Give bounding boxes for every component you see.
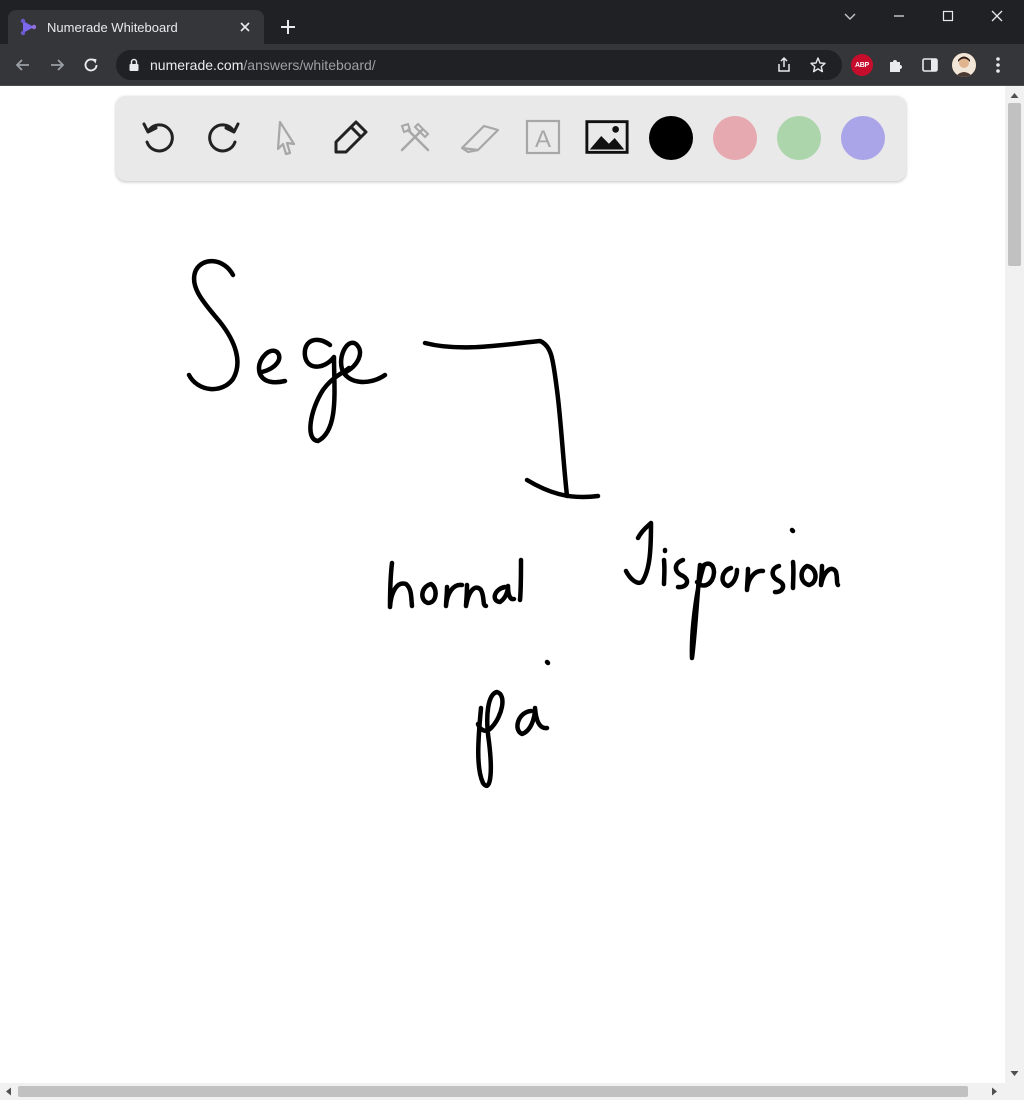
eraser-icon[interactable]	[456, 114, 502, 160]
select-pointer-icon[interactable]	[264, 114, 310, 160]
tab-title: Numerade Whiteboard	[47, 19, 178, 35]
color-swatch-black[interactable]	[649, 116, 693, 160]
color-swatch-pink[interactable]	[713, 116, 757, 160]
forward-arrow-icon[interactable]	[45, 53, 69, 77]
tab-search-chevron-icon[interactable]	[839, 6, 861, 26]
extensions-puzzle-icon[interactable]	[885, 54, 907, 76]
handwriting-pa	[475, 659, 551, 788]
browser-toolbar: numerade.com/answers/whiteboard/ ABP	[0, 44, 1024, 86]
pen-icon[interactable]	[328, 114, 374, 160]
whiteboard-page: A	[0, 86, 1005, 1083]
image-icon[interactable]	[584, 114, 630, 160]
scroll-up-arrow-icon[interactable]	[1009, 90, 1020, 100]
new-tab-plus-icon[interactable]	[278, 17, 298, 37]
color-swatch-lavender[interactable]	[841, 116, 885, 160]
vertical-scrollbar[interactable]	[1005, 86, 1024, 1083]
scroll-down-arrow-icon[interactable]	[1009, 1069, 1020, 1079]
adblock-plus-icon[interactable]: ABP	[851, 54, 873, 76]
reload-icon[interactable]	[79, 53, 103, 77]
color-swatch-green[interactable]	[777, 116, 821, 160]
browser-tab[interactable]: Numerade Whiteboard	[8, 10, 264, 44]
scroll-right-arrow-icon[interactable]	[990, 1086, 1000, 1097]
share-icon[interactable]	[774, 55, 794, 75]
horizontal-scrollbar[interactable]	[0, 1083, 1024, 1100]
address-bar[interactable]: numerade.com/answers/whiteboard/	[116, 50, 842, 80]
handwriting-hornal	[387, 557, 524, 610]
text-tool-label: A	[535, 126, 551, 153]
horizontal-scroll-thumb[interactable]	[18, 1086, 968, 1097]
minimize-icon[interactable]	[888, 6, 910, 26]
text-icon[interactable]: A	[520, 114, 566, 160]
handwriting-arrow	[422, 338, 601, 500]
tools-icon[interactable]	[392, 114, 438, 160]
redo-icon[interactable]	[200, 114, 246, 160]
lock-icon	[129, 58, 139, 71]
scroll-left-arrow-icon[interactable]	[3, 1086, 13, 1097]
numerade-favicon-icon	[20, 18, 37, 36]
profile-avatar[interactable]	[952, 53, 976, 77]
bookmark-star-icon[interactable]	[808, 55, 828, 75]
side-panel-icon[interactable]	[919, 54, 941, 76]
tab-close-icon[interactable]	[236, 18, 254, 36]
browser-menu-kebab-icon[interactable]	[987, 54, 1009, 76]
url-host: numerade.com	[150, 57, 244, 73]
back-arrow-icon[interactable]	[11, 53, 35, 77]
whiteboard-canvas[interactable]	[0, 86, 1005, 1083]
url-text: numerade.com/answers/whiteboard/	[150, 57, 376, 73]
close-window-icon[interactable]	[986, 6, 1008, 26]
handwriting-dispersion	[623, 520, 841, 661]
url-path: /answers/whiteboard/	[243, 57, 376, 73]
whiteboard-toolbar: A	[116, 96, 906, 181]
maximize-icon[interactable]	[937, 6, 959, 26]
undo-icon[interactable]	[136, 114, 182, 160]
vertical-scroll-thumb[interactable]	[1008, 103, 1021, 266]
browser-tab-strip: Numerade Whiteboard	[0, 0, 1024, 44]
handwriting-sege	[186, 259, 388, 444]
